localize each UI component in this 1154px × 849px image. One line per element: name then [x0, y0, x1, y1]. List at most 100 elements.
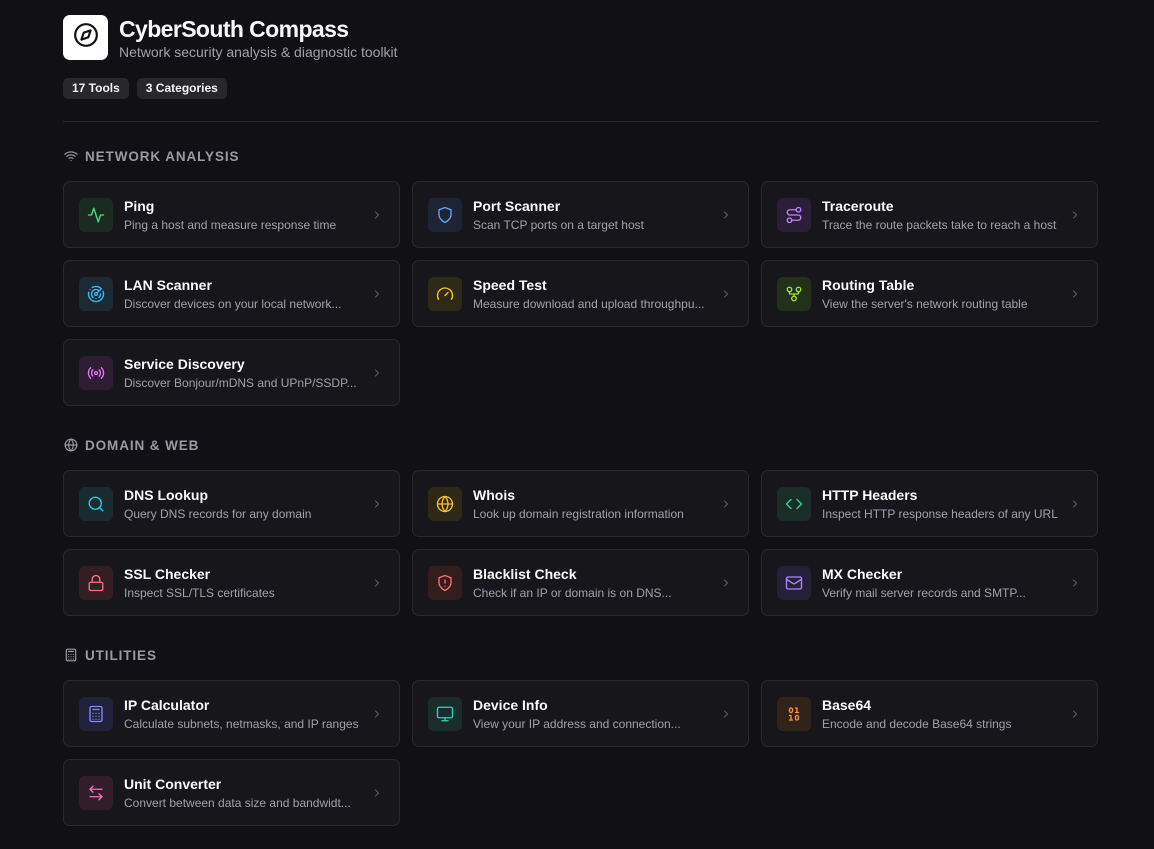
tool-name: Service Discovery — [124, 355, 245, 372]
app-root: CyberSouth Compass Network security anal… — [63, 15, 1098, 826]
tool-text: IP Calculator Calculate subnets, netmasks… — [124, 696, 361, 732]
chevron-right-icon — [720, 288, 732, 300]
tool-grid: DNS Lookup Query DNS records for any doma… — [63, 470, 1098, 616]
monitor-icon — [428, 696, 462, 731]
arrow-left-right-icon — [79, 775, 113, 810]
tool-description: Ping a host and measure response time — [124, 217, 337, 232]
tool-card-http-headers[interactable]: HTTP Headers Inspect HTTP response header… — [761, 470, 1098, 537]
tool-card-unit-converter[interactable]: Unit Converter Convert between data size … — [63, 759, 400, 826]
tool-text: Speed Test Measure download and upload th… — [473, 276, 710, 312]
section-title: DOMAIN & WEB — [85, 437, 200, 453]
chevron-right-icon — [371, 577, 383, 589]
tool-text: LAN Scanner Discover devices on your loca… — [124, 276, 361, 312]
tool-text: MX Checker Verify mail server records and… — [822, 565, 1059, 601]
tool-name: Device Info — [473, 696, 548, 713]
tool-description: Measure download and upload throughpu... — [473, 296, 705, 311]
tool-card-device-info[interactable]: Device Info View your IP address and conn… — [412, 680, 749, 747]
chevron-right-icon — [720, 577, 732, 589]
tool-card-whois[interactable]: Whois Look up domain registration informa… — [412, 470, 749, 537]
chevron-right-icon — [720, 498, 732, 510]
tool-card-routing-table[interactable]: Routing Table View the server's network r… — [761, 260, 1098, 327]
chevron-right-icon — [1069, 498, 1081, 510]
tool-name: MX Checker — [822, 565, 903, 582]
tool-description: View your IP address and connection... — [473, 716, 681, 731]
tool-text: HTTP Headers Inspect HTTP response header… — [822, 486, 1059, 522]
tool-text: Base64 Encode and decode Base64 strings — [822, 696, 1059, 732]
shield-alert-icon — [428, 565, 462, 600]
tools-count-badge: 17 Tools — [63, 78, 129, 99]
lock-icon — [79, 565, 113, 600]
tool-card-lan-scanner[interactable]: LAN Scanner Discover devices on your loca… — [63, 260, 400, 327]
chevron-right-icon — [371, 498, 383, 510]
tool-name: IP Calculator — [124, 696, 210, 713]
tool-card-port-scanner[interactable]: Port Scanner Scan TCP ports on a target h… — [412, 181, 749, 248]
tool-card-dns-lookup[interactable]: DNS Lookup Query DNS records for any doma… — [63, 470, 400, 537]
tool-card-base64[interactable]: Base64 Encode and decode Base64 strings — [761, 680, 1098, 747]
tool-name: Speed Test — [473, 276, 547, 293]
tool-description: Check if an IP or domain is on DNS... — [473, 585, 672, 600]
tool-card-mx-checker[interactable]: MX Checker Verify mail server records and… — [761, 549, 1098, 616]
tool-card-ssl-checker[interactable]: SSL Checker Inspect SSL/TLS certificates — [63, 549, 400, 616]
tool-description: Inspect HTTP response headers of any URL — [822, 506, 1058, 521]
tool-card-speed-test[interactable]: Speed Test Measure download and upload th… — [412, 260, 749, 327]
chevron-right-icon — [720, 209, 732, 221]
wifi-icon — [63, 148, 79, 164]
app-header: CyberSouth Compass Network security anal… — [63, 15, 1098, 61]
tool-text: Blacklist Check Check if an IP or domain … — [473, 565, 710, 601]
tool-name: Traceroute — [822, 197, 894, 214]
tool-card-ip-calculator[interactable]: IP Calculator Calculate subnets, netmasks… — [63, 680, 400, 747]
calculator-icon — [63, 647, 79, 663]
section-network-analysis: NETWORK ANALYSIS Ping Ping a host and meas… — [63, 146, 1098, 406]
section-header: UTILITIES — [63, 645, 1098, 665]
tool-description: Calculate subnets, netmasks, and IP rang… — [124, 716, 359, 731]
chevron-right-icon — [1069, 577, 1081, 589]
page-subtitle: Network security analysis & diagnostic t… — [119, 44, 398, 60]
tool-description: Convert between data size and bandwidt..… — [124, 795, 351, 810]
search-icon — [79, 486, 113, 521]
header-divider — [63, 121, 1098, 122]
radar-icon — [79, 276, 113, 311]
tool-description: Discover Bonjour/mDNS and UPnP/SSDP... — [124, 375, 357, 390]
tool-card-service-discovery[interactable]: Service Discovery Discover Bonjour/mDNS a… — [63, 339, 400, 406]
tool-name: Base64 — [822, 696, 872, 713]
title-block: CyberSouth Compass Network security anal… — [119, 15, 398, 61]
calculator-icon — [79, 696, 113, 731]
tool-name: LAN Scanner — [124, 276, 212, 293]
app-logo — [63, 15, 108, 60]
section-header: DOMAIN & WEB — [63, 435, 1098, 455]
section-domain-web: DOMAIN & WEB DNS Lookup Query DNS records … — [63, 435, 1098, 616]
tool-text: Unit Converter Convert between data size … — [124, 775, 361, 811]
gauge-icon — [428, 276, 462, 311]
tool-text: Port Scanner Scan TCP ports on a target h… — [473, 197, 710, 233]
tool-text: SSL Checker Inspect SSL/TLS certificates — [124, 565, 361, 601]
chevron-right-icon — [371, 288, 383, 300]
shield-icon — [428, 197, 462, 232]
tool-card-ping[interactable]: Ping Ping a host and measure response tim… — [63, 181, 400, 248]
section-title: UTILITIES — [85, 647, 157, 663]
section-utilities: UTILITIES IP Calculator Calculate subnets,… — [63, 645, 1098, 826]
section-header: NETWORK ANALYSIS — [63, 146, 1098, 166]
route-icon — [777, 197, 811, 232]
page-title: CyberSouth Compass — [119, 16, 349, 42]
chevron-right-icon — [371, 708, 383, 720]
binary-icon — [777, 696, 811, 731]
tool-description: Scan TCP ports on a target host — [473, 217, 644, 232]
tool-name: Routing Table — [822, 276, 915, 293]
globe-icon — [63, 437, 79, 453]
section-title: NETWORK ANALYSIS — [85, 148, 240, 164]
tool-sections: NETWORK ANALYSIS Ping Ping a host and meas… — [63, 146, 1098, 826]
tool-description: Trace the route packets take to reach a … — [822, 217, 1057, 232]
tool-card-blacklist-check[interactable]: Blacklist Check Check if an IP or domain … — [412, 549, 749, 616]
tool-card-traceroute[interactable]: Traceroute Trace the route packets take t… — [761, 181, 1098, 248]
tool-description: Verify mail server records and SMTP... — [822, 585, 1026, 600]
tool-text: Ping Ping a host and measure response tim… — [124, 197, 361, 233]
chevron-right-icon — [720, 708, 732, 720]
tool-description: Encode and decode Base64 strings — [822, 716, 1012, 731]
tool-name: SSL Checker — [124, 565, 211, 582]
tool-name: Whois — [473, 486, 515, 503]
compass-icon — [73, 22, 99, 53]
chevron-right-icon — [371, 787, 383, 799]
tool-grid: IP Calculator Calculate subnets, netmasks… — [63, 680, 1098, 826]
git-fork-icon — [777, 276, 811, 311]
globe-icon — [428, 486, 462, 521]
